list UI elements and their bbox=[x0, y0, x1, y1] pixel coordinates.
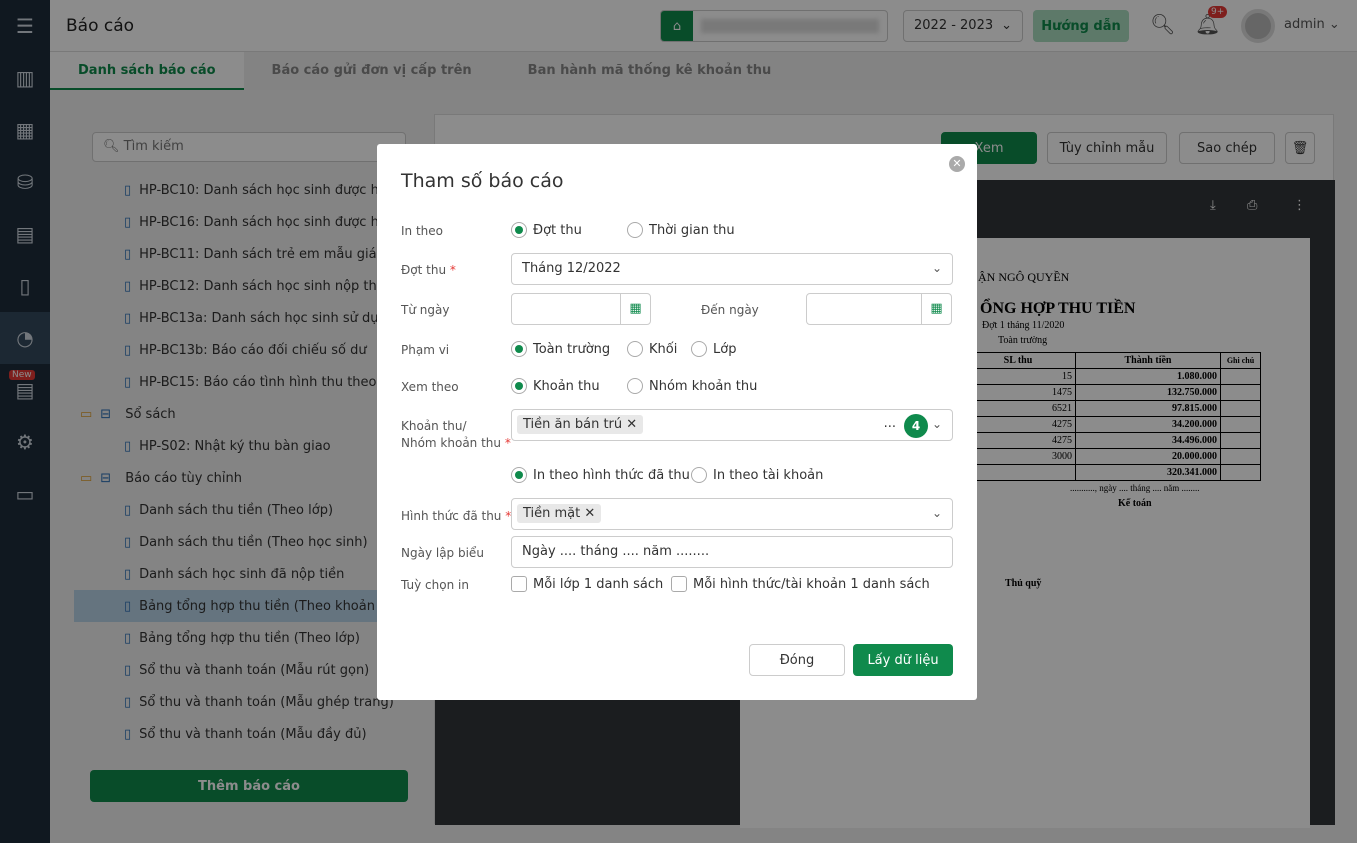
calendar-icon[interactable]: ▦ bbox=[921, 294, 951, 324]
radio-print-by-method[interactable]: In theo hình thức đã thu bbox=[511, 467, 690, 483]
to-date-input[interactable]: ▦ bbox=[806, 293, 952, 325]
radio-whole-school[interactable]: Toàn trường bbox=[511, 341, 610, 357]
selected-count-badge: 4 bbox=[904, 414, 928, 438]
view-by-label: Xem theo bbox=[401, 380, 459, 394]
print-by-label: In theo bbox=[401, 224, 443, 238]
checkbox-per-method[interactable]: Mỗi hình thức/tài khoản 1 danh sách bbox=[671, 576, 930, 592]
checkbox-per-class[interactable]: Mỗi lớp 1 danh sách bbox=[511, 576, 663, 592]
from-date-label: Từ ngày bbox=[401, 303, 450, 317]
fee-multiselect[interactable]: Tiền ăn bán trú ✕ ... 4 ⌄ bbox=[511, 409, 953, 441]
payment-method-multiselect[interactable]: Tiền mặt ✕ ⌄ bbox=[511, 498, 953, 530]
payment-method-label: Hình thức đã thu * bbox=[401, 509, 512, 523]
batch-select[interactable]: Tháng 12/2022 ⌄ bbox=[511, 253, 953, 285]
fee-tag: Tiền ăn bán trú ✕ bbox=[517, 415, 644, 434]
scope-label: Phạm vi bbox=[401, 343, 450, 357]
close-button[interactable]: Đóng bbox=[749, 644, 845, 676]
to-date-label: Đến ngày bbox=[701, 303, 759, 317]
fee-label: Khoản thu/Nhóm khoản thu * bbox=[401, 419, 511, 450]
created-date-label: Ngày lập biểu bbox=[401, 546, 484, 560]
calendar-icon[interactable]: ▦ bbox=[620, 294, 650, 324]
radio-batch[interactable]: Đợt thu bbox=[511, 222, 582, 238]
created-date-input[interactable]: Ngày .... tháng .... năm ........ bbox=[511, 536, 953, 568]
print-options-label: Tuỳ chọn in bbox=[401, 578, 469, 592]
radio-grade[interactable]: Khối bbox=[627, 341, 677, 357]
radio-fee[interactable]: Khoản thu bbox=[511, 378, 600, 394]
radio-time[interactable]: Thời gian thu bbox=[627, 222, 735, 238]
radio-fee-group[interactable]: Nhóm khoản thu bbox=[627, 378, 757, 394]
dialog-title: Tham số báo cáo bbox=[401, 170, 564, 192]
from-date-input[interactable]: ▦ bbox=[511, 293, 651, 325]
close-icon[interactable]: ✕ bbox=[949, 156, 965, 172]
report-parameters-dialog: Tham số báo cáo ✕ In theo Đợt thu Thời g… bbox=[377, 144, 977, 700]
method-tag: Tiền mặt ✕ bbox=[517, 504, 602, 523]
radio-print-by-account[interactable]: In theo tài khoản bbox=[691, 467, 823, 483]
batch-label: Đợt thu * bbox=[401, 263, 456, 277]
fetch-data-button[interactable]: Lấy dữ liệu bbox=[853, 644, 953, 676]
radio-class[interactable]: Lớp bbox=[691, 341, 736, 357]
